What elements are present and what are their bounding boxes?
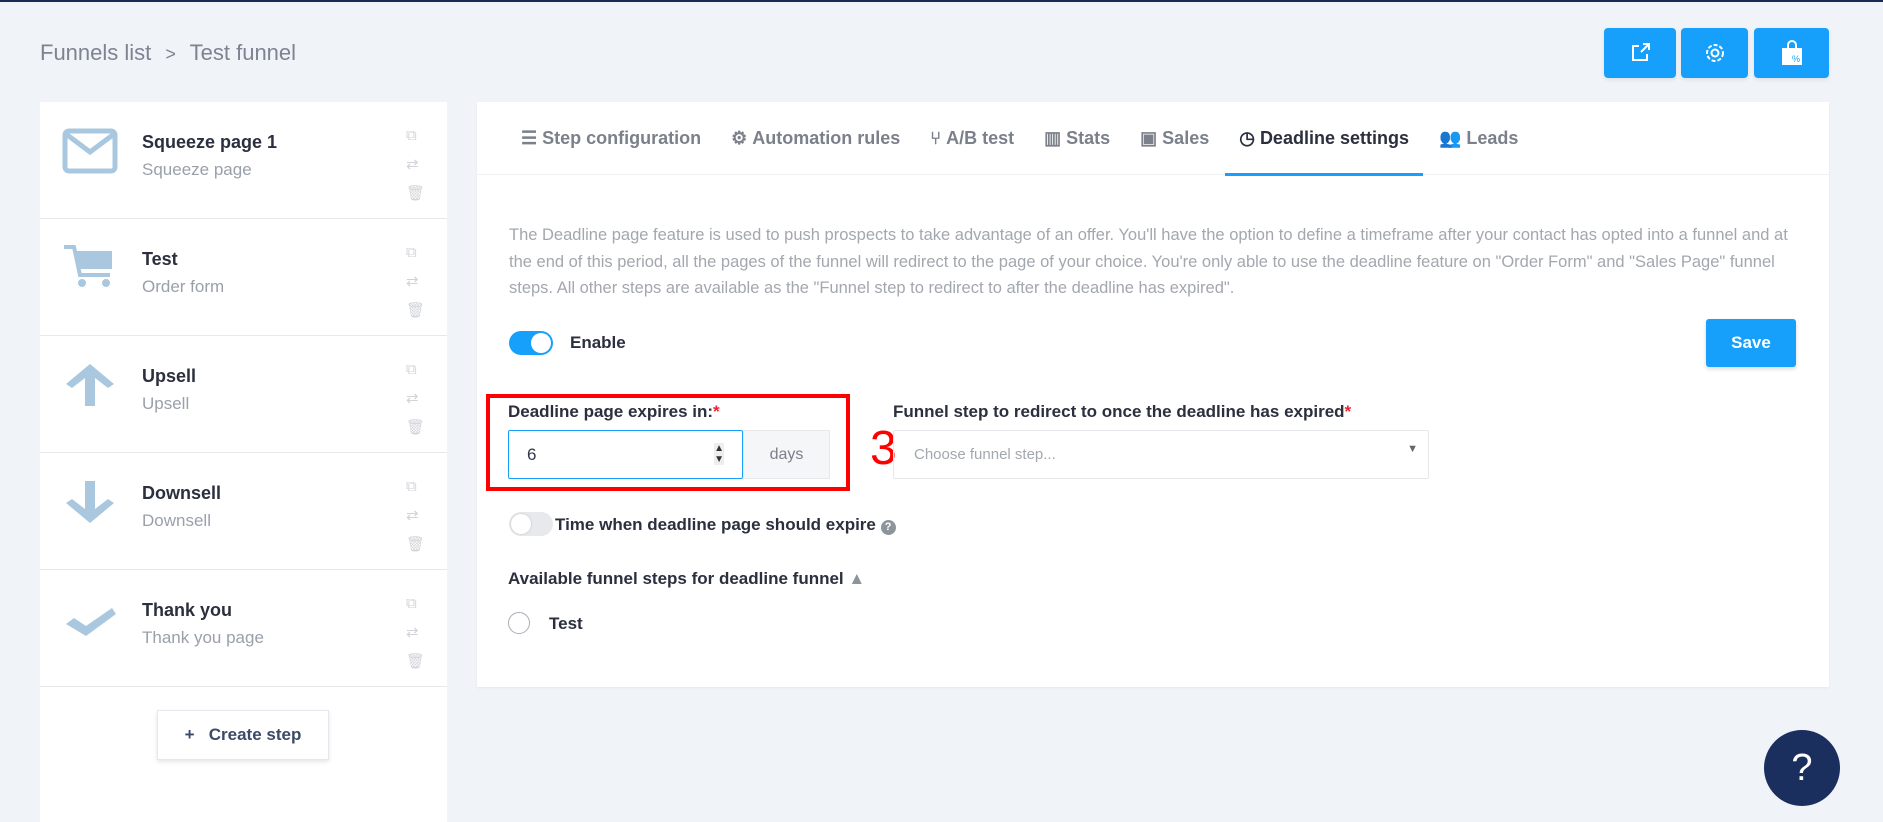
trash-icon[interactable]: 🗑 <box>406 301 425 321</box>
question-circle-icon[interactable]: ? <box>880 520 896 535</box>
step-title: Upsell <box>142 366 197 386</box>
clock-icon: ◷ <box>1239 128 1255 148</box>
tab-deadline-settings[interactable]: ◷ Deadline settings <box>1225 102 1423 176</box>
move-icon[interactable]: ⇄ <box>406 389 425 409</box>
steps-sidebar: Squeeze page 1 Squeeze page ⧉ ⇄ 🗑 Test Ord… <box>40 102 447 822</box>
tab-bar: ☰ Step configuration ⚙ Automation rules ⑂ A… <box>477 102 1829 176</box>
tab-ab-test[interactable]: ⑂ A/B test <box>930 102 1014 175</box>
trash-icon[interactable]: 🗑 <box>406 418 425 438</box>
number-stepper-icon[interactable]: ▲ ▼ <box>714 443 724 465</box>
step-type: Downsell <box>142 511 211 530</box>
arrow-up-icon <box>66 364 114 406</box>
tab-automation-rules[interactable]: ⚙ Automation rules <box>731 102 900 175</box>
cart-icon <box>64 245 112 287</box>
time-expire-toggle[interactable] <box>509 512 553 536</box>
trash-icon[interactable]: 🗑 <box>406 652 425 672</box>
breadcrumb-parent[interactable]: Funnels list <box>40 40 151 65</box>
envelope-icon <box>62 128 118 174</box>
copy-icon[interactable]: ⧉ <box>406 477 425 497</box>
tab-stats[interactable]: ▥ Stats <box>1044 102 1110 175</box>
step-type: Squeeze page <box>142 160 252 179</box>
external-link-icon <box>1632 43 1650 61</box>
step-type: Upsell <box>142 394 190 413</box>
step-item[interactable]: Downsell Downsell ⧉ ⇄ 🗑 <box>40 453 447 570</box>
breadcrumb-separator: > <box>165 44 176 64</box>
move-icon[interactable]: ⇄ <box>406 623 425 643</box>
step-title: Squeeze page 1 <box>142 132 278 152</box>
copy-icon[interactable]: ⧉ <box>406 594 425 614</box>
expires-label: Deadline page expires in:* <box>508 402 720 421</box>
step-settings-panel: ☰ Step configuration ⚙ Automation rules ⑂ A… <box>477 102 1829 687</box>
settings-button[interactable] <box>1681 28 1748 78</box>
svg-text:%: % <box>1792 54 1800 64</box>
step-item[interactable]: Test Order form ⧉ ⇄ 🗑 <box>40 219 447 336</box>
move-icon[interactable]: ⇄ <box>406 506 425 526</box>
arrow-down-icon <box>66 481 114 523</box>
users-icon: 👥 <box>1438 128 1462 148</box>
radio-step-test[interactable] <box>508 612 530 634</box>
shopping-bag-percent-icon: % <box>1781 40 1802 65</box>
expires-input[interactable]: 6 ▲ ▼ <box>508 430 743 479</box>
copy-icon[interactable]: ⧉ <box>406 360 425 380</box>
step-type: Thank you page <box>142 628 264 647</box>
gears-icon: ⚙ <box>731 128 748 148</box>
bar-chart-icon: ▥ <box>1044 128 1062 148</box>
move-icon[interactable]: ⇄ <box>406 155 425 175</box>
open-external-button[interactable] <box>1604 28 1676 78</box>
trash-icon[interactable]: 🗑 <box>406 535 425 555</box>
step-title: Test <box>142 249 178 269</box>
copy-icon[interactable]: ⧉ <box>406 243 425 263</box>
tab-step-configuration[interactable]: ☰ Step configuration <box>521 102 701 175</box>
money-icon: ▣ <box>1140 128 1158 148</box>
redirect-step-select[interactable]: Choose funnel step... ▼ <box>893 430 1429 479</box>
step-type: Order form <box>142 277 225 296</box>
available-steps-label: Available funnel steps for deadline funn… <box>508 569 866 588</box>
breadcrumb-current: Test funnel <box>189 40 297 65</box>
check-icon <box>66 608 116 636</box>
save-button[interactable]: Save <box>1706 319 1796 367</box>
warning-icon: ▲ <box>848 569 866 588</box>
radio-step-label: Test <box>549 614 583 633</box>
sales-offer-button[interactable]: % <box>1754 28 1829 78</box>
time-expire-label: Time when deadline page should expire ? <box>555 515 896 535</box>
enable-label: Enable <box>570 333 626 352</box>
tab-sales[interactable]: ▣ Sales <box>1140 102 1209 175</box>
step-title: Thank you <box>142 600 233 620</box>
deadline-description: The Deadline page feature is used to pus… <box>509 226 1788 297</box>
redirect-label: Funnel step to redirect to once the dead… <box>893 402 1352 421</box>
split-icon: ⑂ <box>930 128 942 148</box>
step-item[interactable]: Upsell Upsell ⧉ ⇄ 🗑 <box>40 336 447 453</box>
move-icon[interactable]: ⇄ <box>406 272 425 292</box>
tab-leads[interactable]: 👥 Leads <box>1439 102 1518 175</box>
step-item[interactable]: Thank you Thank you page ⧉ ⇄ 🗑 <box>40 570 447 687</box>
trash-icon[interactable]: 🗑 <box>406 184 425 204</box>
chevron-down-icon: ▼ <box>1407 443 1418 455</box>
enable-toggle[interactable] <box>509 331 553 355</box>
breadcrumb: Funnels list > Test funnel <box>40 40 304 66</box>
help-button[interactable]: ? <box>1764 730 1840 806</box>
gear-icon <box>1705 44 1724 62</box>
copy-icon[interactable]: ⧉ <box>406 126 425 146</box>
step-item[interactable]: Squeeze page 1 Squeeze page ⧉ ⇄ 🗑 <box>40 102 447 219</box>
step-title: Downsell <box>142 483 222 503</box>
create-step-button[interactable]: + Create step <box>157 710 329 760</box>
expires-unit-addon: days <box>743 430 830 479</box>
list-icon: ☰ <box>521 128 538 148</box>
